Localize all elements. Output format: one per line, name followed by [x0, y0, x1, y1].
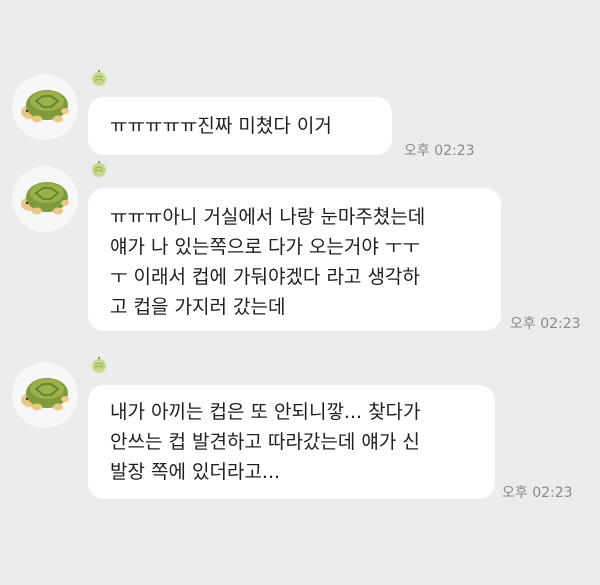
message-bubble[interactable]: 내가 아끼는 컵은 또 안되니깧... 찾다가 안쓰는 컵 발견하고 따라갔는데… [88, 385, 495, 499]
message-time: 오후 02:23 [404, 143, 475, 159]
chat-thread: ㅠㅠㅠㅠㅠ진짜 미쳤다 이거 오후 02:23 ㅠㅠㅠ아니 거실에서 나랑 눈마… [0, 0, 600, 585]
melon-badge-icon [90, 69, 108, 87]
turtle-icon[interactable] [12, 74, 78, 140]
message-bubble[interactable]: ㅠㅠㅠㅠㅠ진짜 미쳤다 이거 [88, 97, 392, 155]
message-time: 오후 02:23 [510, 316, 581, 332]
message-time: 오후 02:23 [502, 485, 573, 501]
melon-badge-icon [90, 160, 108, 178]
turtle-icon[interactable] [12, 362, 78, 428]
melon-badge-icon [90, 356, 108, 374]
message-bubble[interactable]: ㅠㅠㅠ아니 거실에서 나랑 눈마주쳤는데 얘가 나 있는쪽으로 다가 오는거야 … [88, 188, 501, 331]
turtle-icon[interactable] [12, 166, 78, 232]
